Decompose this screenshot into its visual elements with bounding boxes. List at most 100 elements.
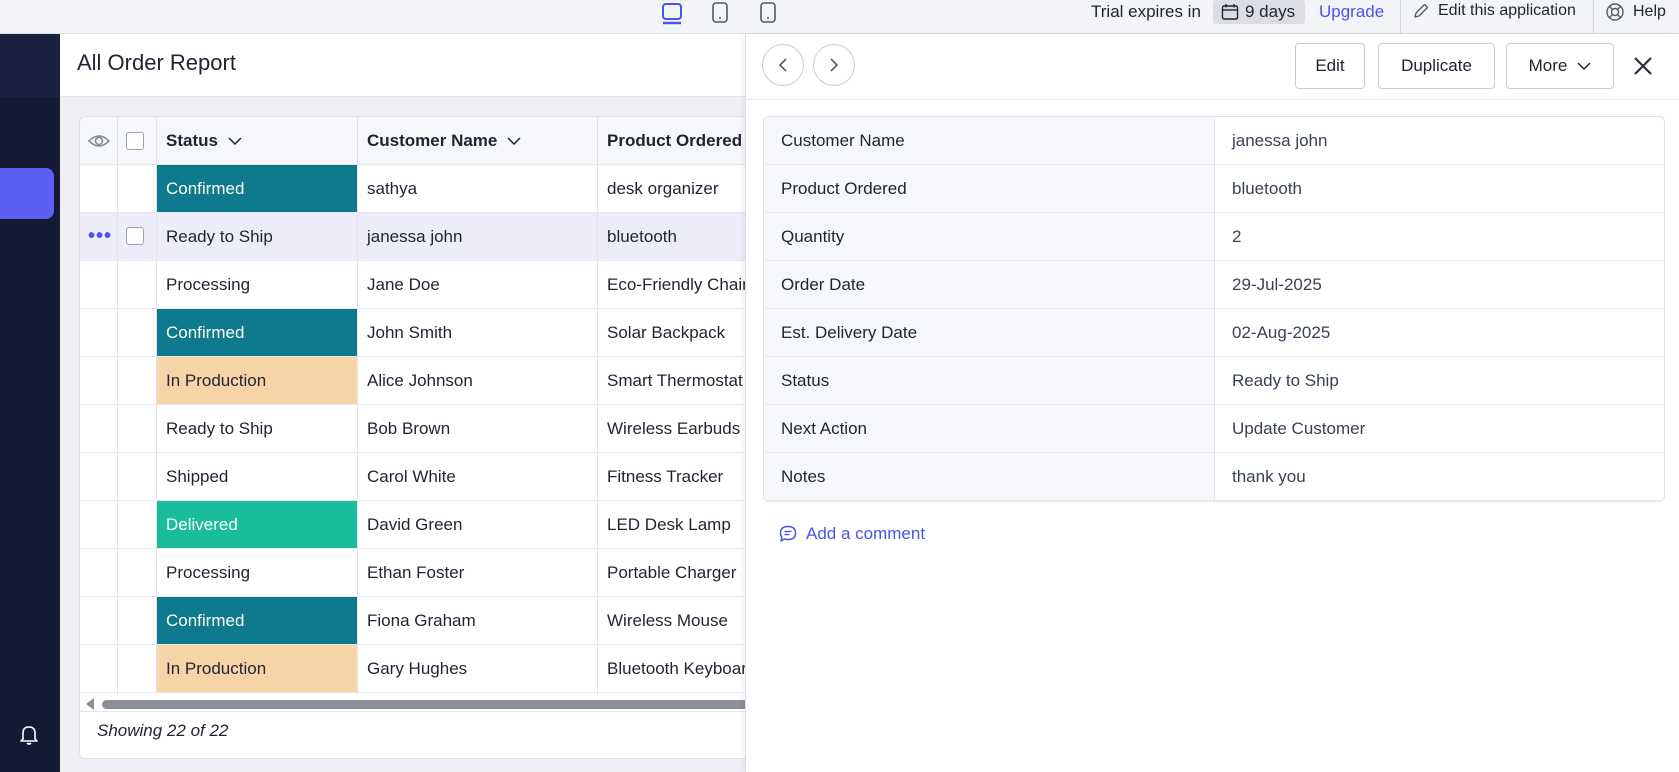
column-header-product[interactable]: Product Ordered — [607, 117, 742, 165]
next-record-button[interactable] — [813, 44, 855, 86]
status-cell: Ready to Ship — [166, 226, 273, 246]
field-label: Next Action — [764, 405, 1215, 452]
field-value: thank you — [1232, 466, 1306, 486]
previous-record-button[interactable] — [762, 44, 804, 86]
status-cell: In Production — [156, 645, 357, 692]
left-nav — [0, 34, 60, 772]
table-row[interactable]: Ready to Ship Bob Brown Wireless Earbuds — [80, 405, 758, 453]
customer-name-cell: janessa john — [367, 226, 463, 246]
detail-row: Notes thank you — [764, 453, 1664, 501]
status-cell: Delivered — [156, 501, 357, 548]
add-comment-label: Add a comment — [806, 524, 926, 543]
panel-toolbar: Edit Duplicate More — [746, 34, 1679, 100]
product-ordered-cell: Bluetooth Keyboard — [607, 658, 757, 678]
column-header-product-label: Product Ordered — [607, 131, 743, 150]
table-row[interactable]: Delivered David Green LED Desk Lamp — [80, 501, 758, 549]
upgrade-link[interactable]: Upgrade — [1319, 2, 1384, 22]
mobile-icon[interactable] — [757, 1, 779, 25]
product-ordered-cell: desk organizer — [607, 178, 719, 198]
report-title: All Order Report — [77, 50, 236, 75]
add-comment-link[interactable]: Add a comment — [778, 524, 925, 544]
table-row[interactable]: Confirmed Fiona Graham Wireless Mouse — [80, 597, 758, 645]
field-value: janessa john — [1232, 130, 1328, 150]
report-header: All Order Report — [60, 34, 745, 97]
table-row[interactable]: ••• Ready to Ship janessa john bluetooth — [80, 213, 758, 261]
table-row[interactable]: Confirmed sathya desk organizer — [80, 165, 758, 213]
customer-name-cell: Bob Brown — [367, 418, 451, 438]
edit-button[interactable]: Edit — [1295, 43, 1365, 89]
customer-name-cell: David Green — [367, 514, 463, 534]
close-icon[interactable] — [1629, 52, 1657, 80]
more-button[interactable]: More — [1506, 43, 1614, 89]
column-header-customer[interactable]: Customer Name — [367, 117, 521, 165]
column-divider — [357, 117, 358, 695]
field-label: Quantity — [764, 213, 1215, 260]
product-ordered-cell: Fitness Tracker — [607, 466, 724, 486]
nav-header — [0, 34, 60, 97]
row-checkbox[interactable] — [126, 227, 144, 245]
table-row[interactable]: Shipped Carol White Fitness Tracker — [80, 453, 758, 501]
table-row[interactable]: Processing Jane Doe Eco-Friendly Chair — [80, 261, 758, 309]
lifebuoy-icon — [1606, 3, 1624, 21]
status-cell: In Production — [156, 357, 357, 404]
table-row[interactable]: In Production Alice Johnson Smart Thermost… — [80, 357, 758, 405]
table-row[interactable]: In Production Gary Hughes Bluetooth Keyboa… — [80, 645, 758, 693]
table-header: Status Customer Name Product Ordered — [80, 117, 758, 165]
table-row[interactable]: Processing Ethan Foster Portable Charger — [80, 549, 758, 597]
calendar-icon — [1221, 4, 1239, 20]
column-divider — [156, 117, 157, 695]
trial-days-value: 9 days — [1245, 2, 1296, 21]
record-detail-panel: Edit Duplicate More Customer Name janessa… — [745, 34, 1679, 772]
row-actions-icon[interactable]: ••• — [88, 226, 112, 246]
column-header-status-label: Status — [166, 131, 218, 150]
comment-icon — [779, 525, 797, 542]
help-label: Help — [1633, 3, 1666, 20]
customer-name-cell: John Smith — [367, 322, 453, 342]
scroll-left-arrow-icon[interactable] — [86, 698, 94, 710]
chevron-down-icon — [507, 137, 521, 146]
chevron-down-icon — [1577, 62, 1591, 71]
edit-application-label: Edit this application — [1438, 2, 1576, 19]
product-ordered-cell: Portable Charger — [607, 562, 737, 582]
help-link[interactable]: Help — [1605, 2, 1666, 22]
duplicate-button[interactable]: Duplicate — [1378, 43, 1495, 89]
detail-row: Est. Delivery Date 02-Aug-2025 — [764, 309, 1664, 357]
desktop-icon[interactable] — [661, 1, 683, 25]
field-value: 29-Jul-2025 — [1232, 274, 1322, 294]
detail-row: Quantity 2 — [764, 213, 1664, 261]
status-cell: Processing — [166, 562, 251, 582]
column-divider — [117, 117, 118, 695]
field-value: bluetooth — [1232, 178, 1302, 198]
customer-name-cell: Fiona Graham — [367, 610, 476, 630]
detail-row: Status Ready to Ship — [764, 357, 1664, 405]
nav-item-active[interactable] — [0, 168, 54, 219]
column-header-status[interactable]: Status — [166, 117, 242, 165]
customer-name-cell: Gary Hughes — [367, 658, 468, 678]
customer-name-cell: sathya — [367, 178, 418, 198]
product-ordered-cell: Wireless Mouse — [607, 610, 728, 630]
field-value: 2 — [1232, 226, 1242, 246]
chevron-down-icon — [228, 137, 242, 146]
column-divider — [597, 117, 598, 695]
trial-expires-text: Trial expires in — [1091, 2, 1201, 21]
edit-application-link[interactable]: Edit this application — [1412, 2, 1576, 20]
tablet-icon[interactable] — [709, 1, 731, 25]
customer-name-cell: Alice Johnson — [367, 370, 473, 390]
field-label: Status — [764, 357, 1215, 404]
select-all-checkbox[interactable] — [126, 132, 144, 150]
table-row[interactable]: Confirmed John Smith Solar Backpack — [80, 309, 758, 357]
orders-table: Status Customer Name Product Ordered Con… — [79, 116, 759, 759]
record-count: Showing 22 of 22 — [97, 721, 229, 740]
field-label: Product Ordered — [764, 165, 1215, 212]
detail-row: Product Ordered bluetooth — [764, 165, 1664, 213]
status-cell: Confirmed — [156, 309, 357, 356]
field-label: Est. Delivery Date — [764, 309, 1215, 356]
more-button-label: More — [1528, 56, 1568, 75]
column-header-customer-label: Customer Name — [367, 131, 498, 150]
status-cell: Confirmed — [156, 597, 357, 644]
detail-row: Order Date 29-Jul-2025 — [764, 261, 1664, 309]
chevron-left-icon — [778, 58, 787, 72]
bell-icon[interactable] — [15, 720, 43, 748]
scrollbar-thumb[interactable] — [102, 700, 758, 709]
eye-icon[interactable] — [87, 130, 111, 152]
